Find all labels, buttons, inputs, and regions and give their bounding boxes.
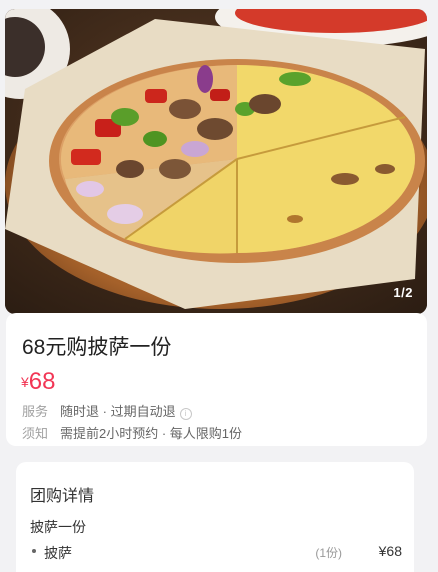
details-title: 团购详情 — [30, 488, 95, 505]
service-label: 服务 — [22, 404, 49, 419]
deal-info-card: 68元购披萨一份 ¥68 服务 随时退 · 过期自动退 i 须知 需提前2小时预约… — [6, 313, 427, 446]
deal-price: ¥68 — [21, 368, 56, 396]
service-row[interactable]: 服务 随时退 · 过期自动退 i — [22, 401, 192, 420]
notice-label: 须知 — [22, 426, 49, 441]
deal-title: 68元购披萨一份 — [22, 336, 172, 359]
info-icon[interactable]: i — [179, 408, 192, 420]
price-value: 68 — [28, 368, 56, 395]
notice-row: 须知 需提前2小时预约 · 每人限购1份 — [22, 423, 242, 442]
image-counter: 1/2 — [393, 285, 413, 300]
service-value: 随时退 · 过期自动退 i — [60, 401, 192, 420]
item-price: ¥68 — [378, 543, 402, 559]
bullet-icon — [32, 549, 36, 553]
service-text: 随时退 · 过期自动退 — [60, 404, 176, 419]
notice-value: 需提前2小时预约 · 每人限购1份 — [60, 426, 243, 441]
product-photo[interactable]: 1/2 — [5, 9, 427, 314]
details-group-name: 披萨一份 — [30, 519, 86, 535]
deal-details-card: 团购详情 披萨一份 披萨 (1份) ¥68 — [16, 462, 414, 572]
pizza-image — [5, 9, 427, 314]
item-name: 披萨 — [44, 545, 72, 561]
deal-page: 1/2 68元购披萨一份 ¥68 服务 随时退 · 过期自动退 i 须知 需提前2… — [0, 0, 438, 572]
item-quantity: (1份) — [315, 546, 342, 560]
price-currency: ¥ — [21, 374, 29, 390]
